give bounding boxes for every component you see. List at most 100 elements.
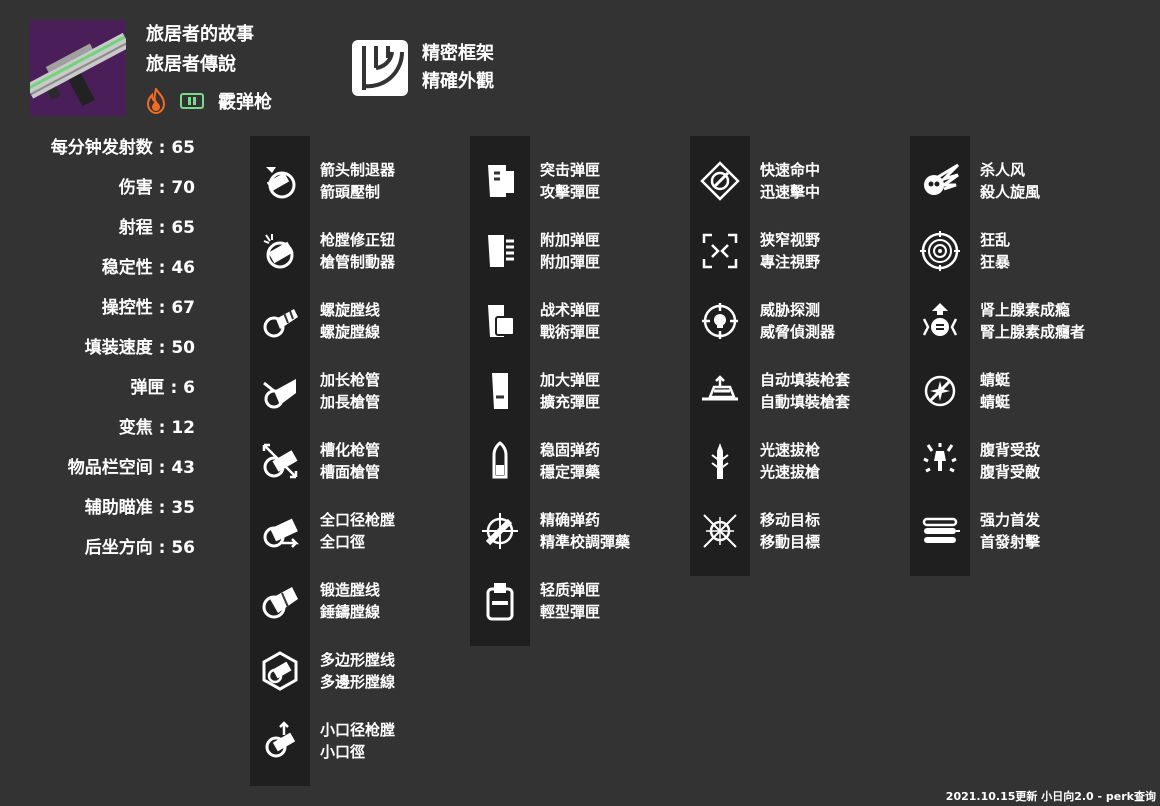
perk-name-traditional: 狂暴 <box>980 253 1011 271</box>
stat-reload-speed: 填装速度 : 50 <box>84 338 195 358</box>
perk-name-simplified: 锻造膛线 <box>320 581 381 599</box>
perk-item[interactable]: 快速命中 迅速擊中 <box>690 146 820 216</box>
perk-name-simplified: 光速拔枪 <box>760 441 821 459</box>
weapon-name-traditional: 旅居者傳說 <box>146 54 236 75</box>
perk-name-simplified: 蜻蜓 <box>980 371 1011 389</box>
perk-name-traditional: 迅速擊中 <box>760 183 821 201</box>
perk-item[interactable]: 槽化枪管 槽面槍管 <box>250 426 380 496</box>
perk-item[interactable]: 稳固弹药 穩定彈藥 <box>470 426 600 496</box>
dragonfly-icon <box>910 356 970 426</box>
perk-name-simplified: 精确弹药 <box>540 511 601 529</box>
perk-item[interactable]: 自动填装枪套 自動填裝槍套 <box>690 356 850 426</box>
perk-item[interactable]: 战术弹匣 戰術彈匣 <box>470 286 600 356</box>
perk-item[interactable]: 移动目标 移動目標 <box>690 496 820 566</box>
perk-name-simplified: 全口径枪膛 <box>320 511 396 529</box>
perk-name-traditional: 槽面槍管 <box>320 463 381 481</box>
intrinsic-frame: 精密框架 精確外觀 <box>350 38 494 98</box>
perk-item[interactable]: 肾上腺素成瘾 腎上腺素成癮者 <box>910 286 1085 356</box>
perk-item[interactable]: 多边形膛线 多邊形膛線 <box>250 636 395 706</box>
perk-name-traditional: 擴充彈匣 <box>540 393 601 411</box>
hammer-forged-rifling-icon <box>250 566 310 636</box>
footer-credit: 2021.10.15更新 小日向2.0 - perk查询 <box>945 790 1156 803</box>
perk-name-traditional: 自動填裝槍套 <box>760 393 851 411</box>
polygonal-rifling-icon <box>250 636 310 706</box>
perk-name-simplified: 小口径枪膛 <box>320 721 396 739</box>
perk-item[interactable]: 威胁探测 威脅偵測器 <box>690 286 835 356</box>
perk-name-traditional: 輕型彈匣 <box>540 603 601 621</box>
perk-name-traditional: 穩定彈藥 <box>540 463 601 481</box>
adrenaline-junkie-icon <box>910 286 970 356</box>
perk-name-traditional: 蜻蜓 <box>980 393 1011 411</box>
perk-name-traditional: 錘鑄膛線 <box>320 603 381 621</box>
perk-item[interactable]: 狂乱 狂暴 <box>910 216 1010 286</box>
perk-name-traditional: 箭頭壓制 <box>320 183 381 201</box>
steady-rounds-icon <box>470 426 530 496</box>
perk-item[interactable]: 附加弹匣 附加彈匣 <box>470 216 600 286</box>
perk-name-traditional: 多邊形膛線 <box>320 673 396 691</box>
perk-item[interactable]: 箭头制退器 箭頭壓制 <box>250 146 395 216</box>
perk-item[interactable]: 轻质弹匣 輕型彈匣 <box>470 566 600 636</box>
precision-frame-icon <box>350 38 410 98</box>
perk-name-traditional: 精準校調彈藥 <box>540 533 631 551</box>
extended-barrel-icon <box>250 356 310 426</box>
perk-name-traditional: 小口徑 <box>320 743 366 761</box>
perk-name-simplified: 肾上腺素成瘾 <box>980 301 1071 319</box>
perk-item[interactable]: 狭窄视野 專注視野 <box>690 216 820 286</box>
perk-item[interactable]: 全口径枪膛 全口徑 <box>250 496 395 566</box>
quickdraw-hit-icon <box>690 146 750 216</box>
perk-name-simplified: 狂乱 <box>980 231 1011 249</box>
perk-name-simplified: 快速命中 <box>760 161 821 179</box>
perk-name-simplified: 突击弹匣 <box>540 161 601 179</box>
assault-mag-icon <box>470 146 530 216</box>
extended-mag-icon <box>470 356 530 426</box>
perk-name-simplified: 附加弹匣 <box>540 231 601 249</box>
perk-name-traditional: 威脅偵測器 <box>760 323 836 341</box>
perk-item[interactable]: 杀人风 殺人旋風 <box>910 146 1040 216</box>
perk-item[interactable]: 突击弹匣 攻擊彈匣 <box>470 146 600 216</box>
perk-name-simplified: 狭窄视野 <box>760 231 821 249</box>
perk-item[interactable]: 小口径枪膛 小口徑 <box>250 706 395 776</box>
perk-item[interactable]: 精确弹药精準校調彈藥 <box>470 496 630 566</box>
perk-name-simplified: 强力首发 <box>980 511 1041 529</box>
perk-name-traditional: 腹背受敵 <box>980 463 1041 481</box>
stat-inventory-size: 物品栏空间 : 43 <box>67 458 195 478</box>
perk-item[interactable]: 腹背受敌 腹背受敵 <box>910 426 1040 496</box>
perk-name-traditional: 螺旋膛線 <box>320 323 381 341</box>
perk-name-simplified: 自动填装枪套 <box>760 371 851 389</box>
perk-item[interactable]: 光速拔枪 光速拔槍 <box>690 426 820 496</box>
perk-item[interactable]: 强力首发 首發射擊 <box>910 496 1040 566</box>
tactical-mag-icon <box>470 286 530 356</box>
moving-target-icon <box>690 496 750 566</box>
perk-name-simplified: 加长枪管 <box>320 371 381 389</box>
whirlwind-blade-icon <box>910 146 970 216</box>
perk-name-traditional: 附加彈匣 <box>540 253 601 271</box>
stat-impact: 伤害 : 70 <box>118 178 195 198</box>
perk-name-traditional: 殺人旋風 <box>980 183 1041 201</box>
corkscrew-rifling-icon <box>250 286 310 356</box>
perk-item[interactable]: 加长枪管 加長槍管 <box>250 356 380 426</box>
stat-zoom: 变焦 : 12 <box>118 418 195 438</box>
perk-name-simplified: 箭头制退器 <box>320 161 396 179</box>
perk-item[interactable]: 加大弹匣 擴充彈匣 <box>470 356 600 426</box>
perk-name-traditional: 腎上腺素成癮者 <box>980 323 1086 341</box>
frame-name-traditional: 精確外觀 <box>422 71 494 92</box>
perk-item[interactable]: 枪膛修正钮 槍管制動器 <box>250 216 395 286</box>
opening-shot-icon <box>910 496 970 566</box>
auto-loading-holster-icon <box>690 356 750 426</box>
perk-item[interactable]: 锻造膛线 錘鑄膛線 <box>250 566 380 636</box>
perk-name-simplified: 威胁探测 <box>760 301 821 319</box>
stat-handling: 操控性 : 67 <box>101 298 195 318</box>
perk-name-simplified: 螺旋膛线 <box>320 301 381 319</box>
perk-name-traditional: 加長槍管 <box>320 393 381 411</box>
light-mag-icon <box>470 566 530 636</box>
surrounded-icon <box>910 426 970 496</box>
appended-mag-icon <box>470 216 530 286</box>
perk-item[interactable]: 蜻蜓 蜻蜓 <box>910 356 1010 426</box>
perk-name-simplified: 轻质弹匣 <box>540 581 601 599</box>
perk-name-simplified: 腹背受敌 <box>980 441 1041 459</box>
perk-name-traditional: 戰術彈匣 <box>540 323 601 341</box>
weapon-image <box>30 20 126 116</box>
perk-name-traditional: 移動目標 <box>760 533 821 551</box>
perk-item[interactable]: 螺旋膛线 螺旋膛線 <box>250 286 380 356</box>
full-bore-icon <box>250 496 310 566</box>
